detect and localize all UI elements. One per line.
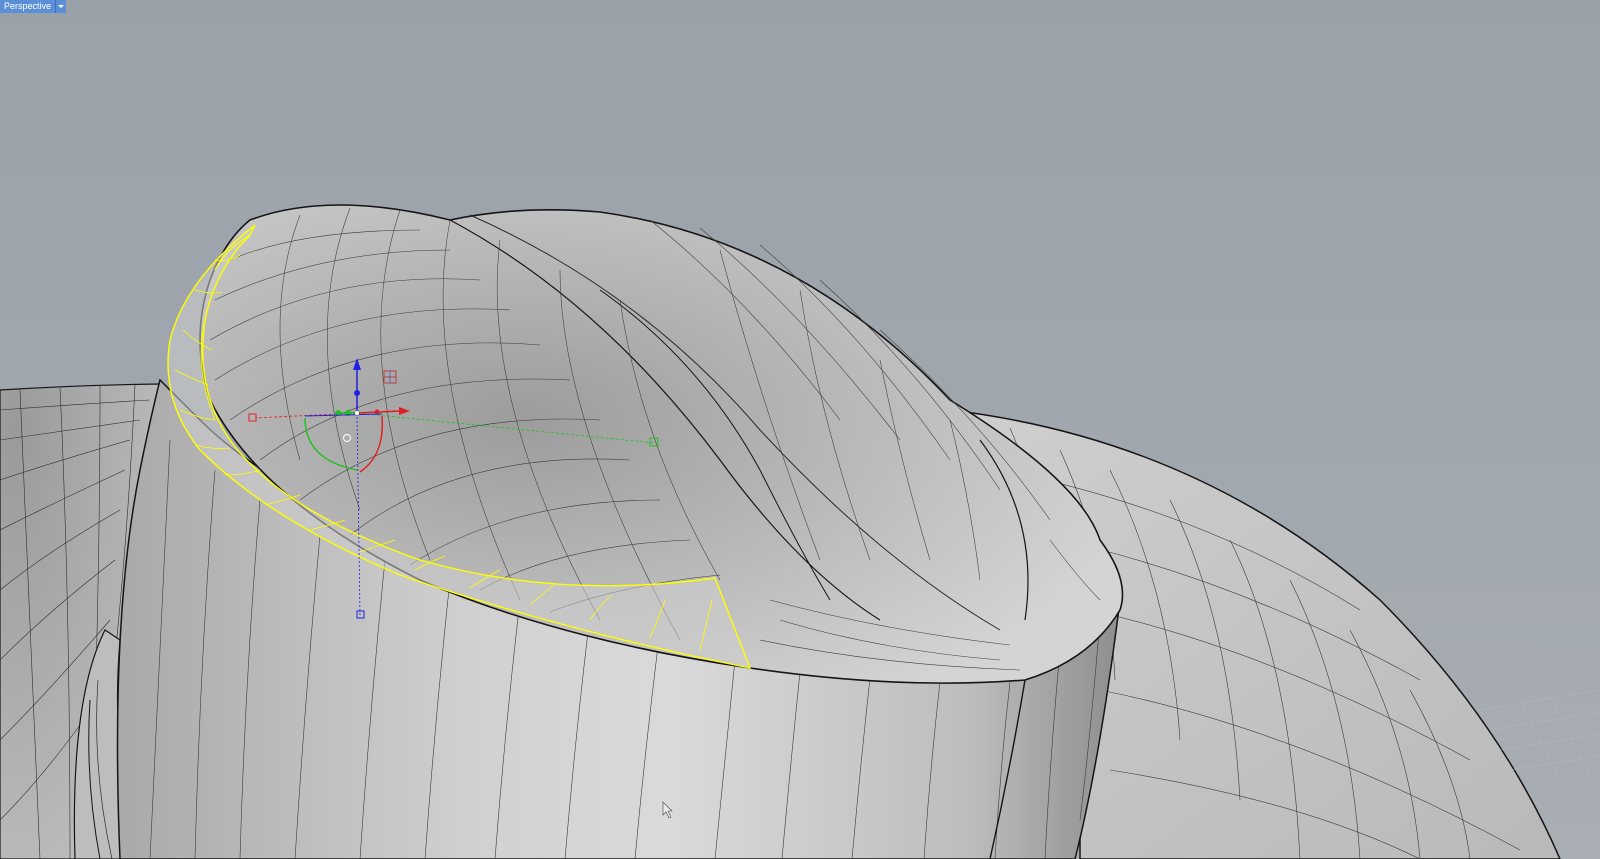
viewport-title-tab[interactable]: Perspective [0, 0, 67, 13]
model-canvas[interactable] [0, 0, 1600, 859]
chevron-down-icon[interactable] [56, 0, 67, 13]
viewport-title[interactable]: Perspective [0, 0, 57, 13]
perspective-viewport[interactable]: Perspective [0, 0, 1600, 859]
z-axis-dot[interactable] [354, 390, 360, 396]
